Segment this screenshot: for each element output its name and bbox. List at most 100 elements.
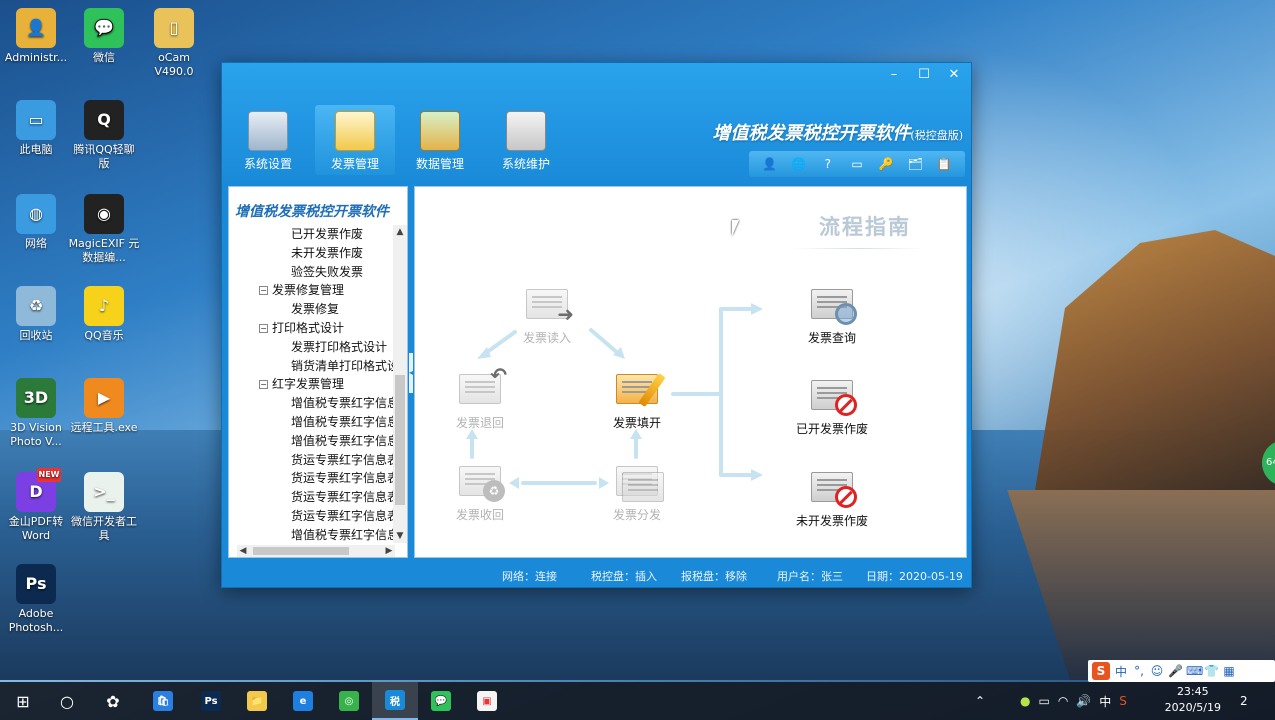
tree-item[interactable]: 增值税专票红字信息 — [229, 413, 395, 432]
edge-app[interactable]: e — [280, 682, 326, 720]
node-invoice-read[interactable]: ➜ 发票读入 — [502, 285, 592, 346]
desktop-icon[interactable]: D NEW 金山PDF转Word — [0, 468, 72, 543]
node-invoice-recover[interactable]: ♻ 发票收回 — [435, 462, 525, 523]
photoshop-app[interactable]: Ps — [188, 682, 234, 720]
folder-icon[interactable]: 🗂 — [906, 155, 924, 173]
close-button[interactable]: ✕ — [941, 65, 967, 83]
tool-invoice-management[interactable]: 发票管理 — [315, 105, 395, 175]
node-void-issued[interactable]: 已开发票作废 — [787, 376, 877, 437]
collapse-toggle-icon[interactable]: − — [259, 380, 268, 390]
tax-icon: 税 — [385, 690, 405, 710]
collapse-toggle-icon[interactable]: − — [259, 323, 268, 333]
sogou-logo-icon[interactable]: S — [1092, 662, 1110, 680]
tree-item[interactable]: 已开发票作废 — [229, 225, 395, 244]
desktop-icon[interactable]: Q 腾讯QQ轻聊版 — [68, 100, 140, 171]
desktop-icon[interactable]: ▭ 此电脑 — [0, 100, 72, 157]
collapse-toggle-icon[interactable]: − — [259, 286, 268, 296]
desktop-icon[interactable]: >_ 微信开发者工具 — [68, 472, 140, 543]
explorer-app[interactable]: 📁 — [234, 682, 280, 720]
tree-item[interactable]: 增值税专票红字信息 — [229, 526, 395, 543]
store-icon: 🛍 — [153, 691, 173, 711]
node-invoice-fill[interactable]: 发票填开 — [592, 370, 682, 431]
tree-item[interactable]: 货运专票红字信息表 — [229, 451, 395, 470]
globe-icon[interactable]: 🌐 — [790, 155, 808, 173]
tree-item[interactable]: 未开发票作废 — [229, 244, 395, 263]
scroll-down-icon[interactable]: ▼ — [393, 529, 407, 543]
user-icon[interactable]: 👤 — [761, 155, 779, 173]
node-invoice-distribute[interactable]: 发票分发 — [592, 462, 682, 523]
tree-item[interactable]: 发票修复 — [229, 300, 395, 319]
desktop-icon[interactable]: 💬 微信 — [68, 8, 140, 65]
green-app[interactable]: ◎ — [326, 682, 372, 720]
red-app[interactable]: ▣ — [464, 682, 510, 720]
help-icon[interactable]: ? — [819, 155, 837, 173]
wifi-icon[interactable]: ◠ — [1058, 694, 1068, 708]
wechat-app[interactable]: 💬 — [418, 682, 464, 720]
battery-icon[interactable]: ▭ — [1038, 694, 1049, 708]
desktop-icon[interactable]: 3D 3D Vision Photo V... — [0, 378, 72, 449]
desktop-icon[interactable]: 👤 Administr... — [0, 8, 72, 65]
tax-app[interactable]: 税 — [372, 682, 418, 720]
clock[interactable]: 23:45 2020/5/19 — [1165, 684, 1221, 716]
node-void-unissued[interactable]: 未开发票作废 — [787, 468, 877, 529]
desktop-icon[interactable]: ♻ 回收站 — [0, 286, 72, 343]
search-button[interactable]: ○ — [44, 682, 90, 720]
ime-skin-icon[interactable]: 👕 — [1204, 664, 1219, 678]
ime-menu-icon[interactable]: ▦ — [1222, 664, 1236, 678]
scroll-right-icon[interactable]: ▶ — [383, 545, 395, 557]
node-invoice-return[interactable]: ↶ 发票退回 — [435, 363, 525, 431]
ime-emoji-icon[interactable]: ☺ — [1150, 664, 1164, 678]
task-view-button[interactable]: ✿ — [90, 682, 136, 720]
tray-overflow-icon[interactable]: ⌃ — [975, 682, 985, 720]
tree-item[interactable]: 发票打印格式设计 — [229, 338, 395, 357]
tree-vertical-scrollbar[interactable]: ▲ ▼ — [393, 225, 407, 543]
desktop-icon[interactable]: ▶ 远程工具.exe — [68, 378, 140, 435]
window-icon[interactable]: ▭ — [848, 155, 866, 173]
node-label: 发票退回 — [455, 416, 504, 430]
desktop-icon-label: 回收站 — [19, 329, 53, 342]
node-invoice-query[interactable]: 发票查询 — [787, 285, 877, 346]
sogou-tray-icon[interactable]: S — [1119, 694, 1127, 708]
tool-data-management[interactable]: 数据管理 — [400, 105, 480, 175]
notification-icon[interactable]: 2 — [1240, 682, 1248, 720]
scroll-thumb[interactable] — [395, 375, 405, 505]
scroll-thumb[interactable] — [253, 547, 349, 555]
key-icon[interactable]: 🔑 — [877, 155, 895, 173]
tool-system-maintenance[interactable]: 系统维护 — [486, 105, 566, 175]
tray-green-icon[interactable]: ● — [1020, 694, 1030, 708]
scroll-left-icon[interactable]: ◀ — [237, 545, 249, 557]
invoice-read-icon: ➜ — [522, 285, 574, 326]
desktop-icon[interactable]: Ps Adobe Photosh... — [0, 564, 72, 635]
tree-item[interactable]: 增值税专票红字信息 — [229, 432, 395, 451]
tree-group[interactable]: − 红字发票管理 — [229, 375, 395, 394]
tree-item[interactable]: 验签失败发票 — [229, 263, 395, 282]
panel-splitter[interactable]: ◀ — [409, 353, 415, 393]
tree-group[interactable]: − 打印格式设计 — [229, 319, 395, 338]
ime-lang-indicator[interactable]: 中 — [1099, 693, 1111, 710]
maintenance-tools-icon — [506, 111, 546, 151]
tree-item[interactable]: 销货清单打印格式设 — [229, 357, 395, 376]
tree-horizontal-scrollbar[interactable]: ◀ ▶ — [237, 545, 395, 557]
ime-keyboard-icon[interactable]: ⌨ — [1186, 664, 1203, 678]
clipboard-icon[interactable]: 📋 — [935, 155, 953, 173]
volume-icon[interactable]: 🔊 — [1076, 694, 1091, 708]
tree-item[interactable]: 货运专票红字信息表 — [229, 488, 395, 507]
tree-item[interactable]: 货运专票红字信息表 — [229, 469, 395, 488]
node-label: 发票填开 — [612, 416, 661, 430]
maximize-button[interactable]: ☐ — [911, 65, 937, 83]
desktop-icon[interactable]: ◍ 网络 — [0, 194, 72, 251]
ime-voice-icon[interactable]: 🎤 — [1168, 664, 1183, 678]
start-button[interactable]: ⊞ — [0, 682, 46, 720]
tree-item[interactable]: 增值税专票红字信息 — [229, 394, 395, 413]
ime-mode-chinese[interactable]: 中 — [1114, 663, 1128, 680]
desktop-icon[interactable]: ▯ oCam V490.0 — [138, 8, 210, 79]
scroll-up-icon[interactable]: ▲ — [393, 225, 407, 239]
tree-group[interactable]: − 发票修复管理 — [229, 281, 395, 300]
desktop-icon[interactable]: ◉ MagicEXIF 元数据编... — [68, 194, 140, 265]
desktop-icon[interactable]: ♪ QQ音乐 — [68, 286, 140, 343]
store-app[interactable]: 🛍 — [140, 682, 186, 720]
ime-punctuation-icon[interactable]: °, — [1132, 664, 1146, 678]
minimize-button[interactable]: – — [881, 65, 907, 83]
tree-item[interactable]: 货运专票红字信息表 — [229, 507, 395, 526]
tool-system-settings[interactable]: 系统设置 — [228, 105, 308, 175]
